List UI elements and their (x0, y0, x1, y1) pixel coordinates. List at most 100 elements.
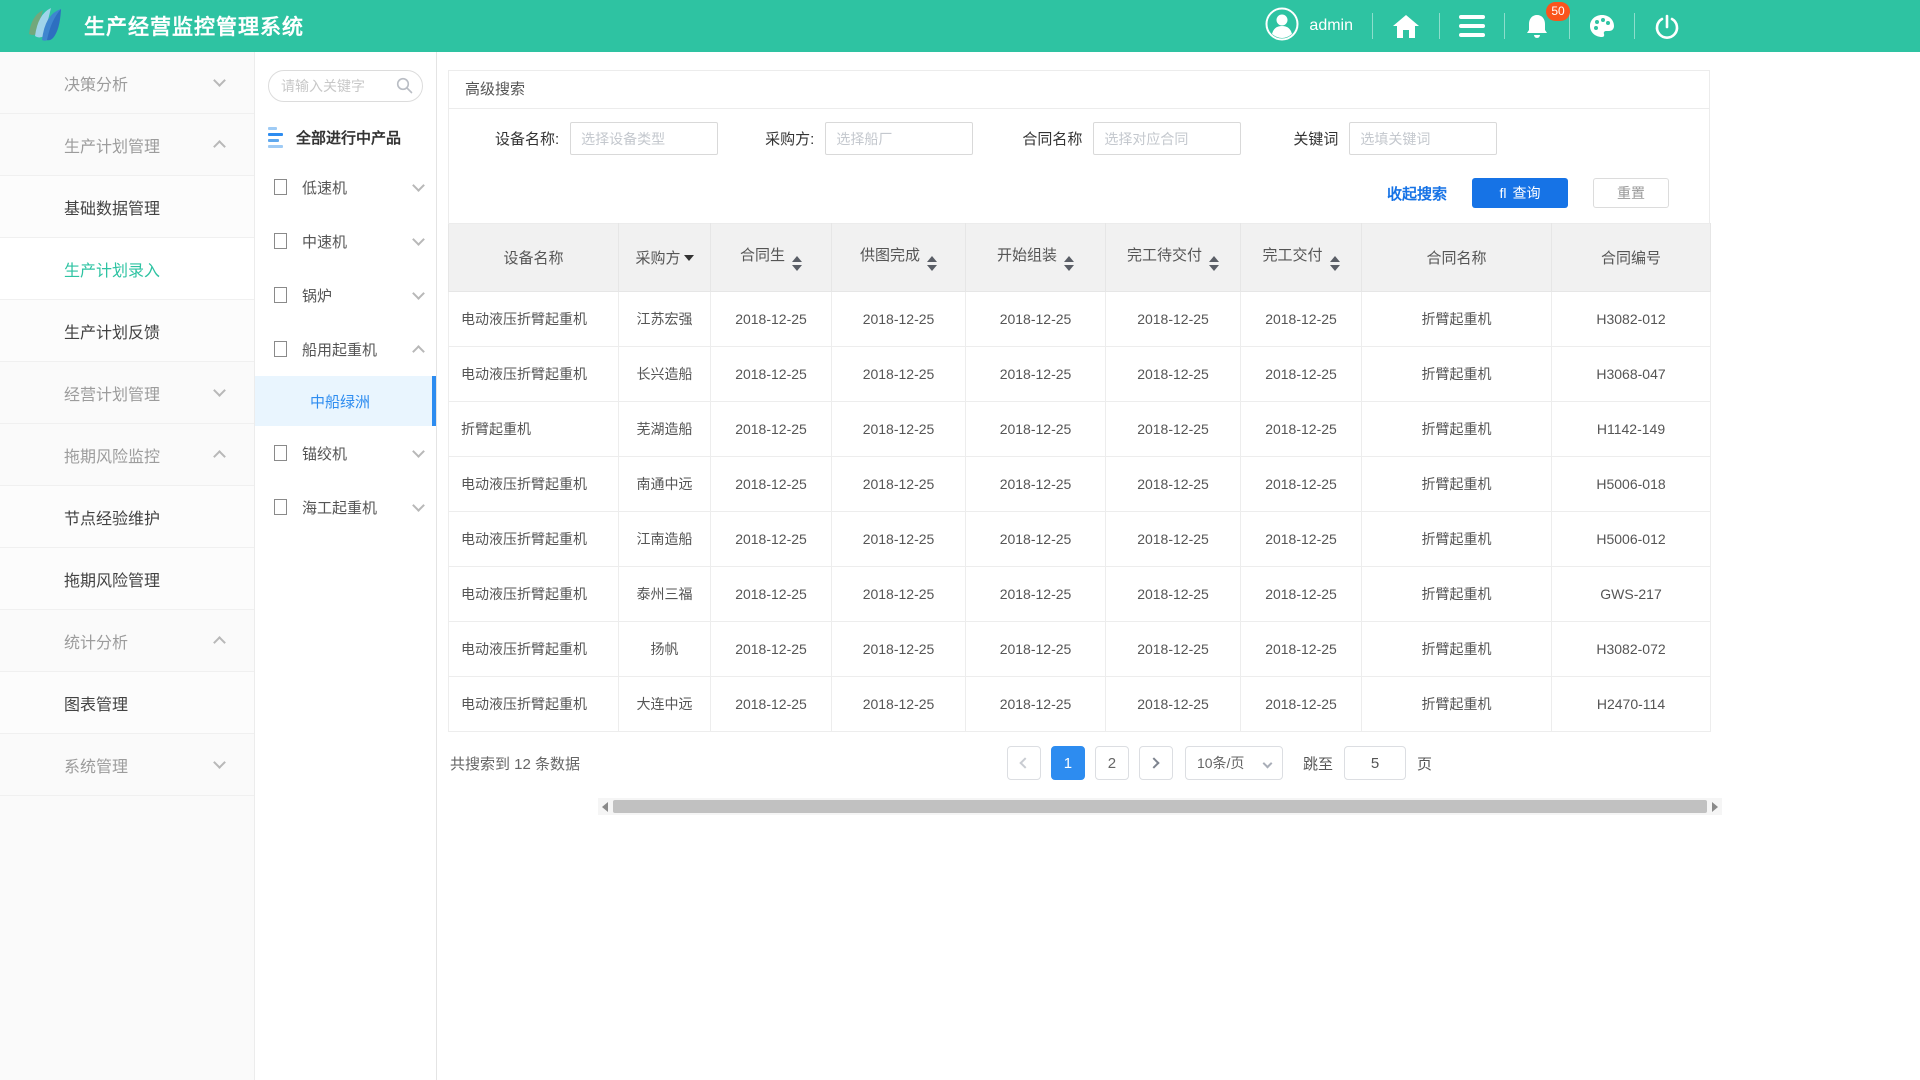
table-cell: 2018-12-25 (1241, 347, 1362, 402)
page-button-2[interactable]: 2 (1095, 746, 1129, 780)
main-content: 高级搜索 设备名称: 采购方: 合同名称 (437, 52, 1920, 1080)
column-header-开始组装[interactable]: 开始组装 (966, 224, 1106, 292)
table-row[interactable]: 电动液压折臂起重机江苏宏强2018-12-252018-12-252018-12… (449, 292, 1711, 347)
sort-icon[interactable] (927, 256, 937, 271)
sort-icon[interactable] (1064, 256, 1074, 271)
tree-item-label: 船用起重机 (302, 339, 377, 360)
table-row[interactable]: 电动液压折臂起重机扬帆2018-12-252018-12-252018-12-2… (449, 622, 1711, 677)
table-cell: 2018-12-25 (1241, 567, 1362, 622)
chevron-down-icon (412, 499, 425, 512)
query-button[interactable]: fl 查询 (1472, 178, 1568, 208)
tree-root-all-products[interactable]: 全部进行中产品 (255, 114, 436, 160)
column-header-设备名称[interactable]: 设备名称 (449, 224, 619, 292)
menu-button[interactable] (1459, 15, 1485, 37)
page-button-1[interactable]: 1 (1051, 746, 1085, 780)
tree-item-中速机[interactable]: 中速机 (255, 214, 436, 268)
search-icon[interactable] (396, 77, 413, 99)
page-size-select[interactable]: 10条/页 (1185, 746, 1283, 780)
logout-button[interactable] (1654, 13, 1680, 40)
keyword-input[interactable] (1349, 122, 1497, 155)
sort-icon[interactable] (1209, 256, 1219, 271)
table-cell: 2018-12-25 (1106, 402, 1241, 457)
sidebar-item-图表管理[interactable]: 图表管理 (0, 672, 254, 734)
horizontal-scrollbar[interactable] (598, 798, 1722, 815)
reset-button[interactable]: 重置 (1593, 178, 1669, 208)
tab-advanced-search[interactable]: 高级搜索 (449, 71, 1709, 109)
column-header-label: 合同名称 (1426, 250, 1486, 267)
notifications-button[interactable]: 50 (1524, 13, 1550, 40)
table-cell: 2018-12-25 (1241, 402, 1362, 457)
scrollbar-thumb[interactable] (613, 800, 1707, 813)
tree-item-低速机[interactable]: 低速机 (255, 160, 436, 214)
product-tree-panel: 全部进行中产品 低速机中速机锅炉船用起重机中船绿洲锚绞机海工起重机 (255, 52, 437, 1080)
sidebar-item-决策分析[interactable]: 决策分析 (0, 52, 254, 114)
palette-icon (1589, 14, 1615, 38)
table-cell: H5006-012 (1552, 512, 1711, 567)
theme-button[interactable] (1589, 14, 1615, 38)
app-logo (22, 3, 68, 49)
sidebar-item-经营计划管理[interactable]: 经营计划管理 (0, 362, 254, 424)
table-row[interactable]: 电动液压折臂起重机长兴造船2018-12-252018-12-252018-12… (449, 347, 1711, 402)
column-header-完工待交付[interactable]: 完工待交付 (1106, 224, 1241, 292)
user-menu[interactable]: admin (1265, 7, 1353, 46)
sidebar-item-拖期风险管理[interactable]: 拖期风险管理 (0, 548, 254, 610)
table-row[interactable]: 电动液压折臂起重机南通中远2018-12-252018-12-252018-12… (449, 457, 1711, 512)
sidebar-item-生产计划录入[interactable]: 生产计划录入 (0, 238, 254, 300)
table-cell: 2018-12-25 (832, 567, 966, 622)
tree-item-锅炉[interactable]: 锅炉 (255, 268, 436, 322)
column-header-合同名称[interactable]: 合同名称 (1362, 224, 1552, 292)
sidebar-item-统计分析[interactable]: 统计分析 (0, 610, 254, 672)
table-cell: H5006-018 (1552, 457, 1711, 512)
sort-down-icon (792, 265, 802, 271)
sidebar-item-label: 拖期风险监控 (64, 443, 160, 467)
sidebar-item-生产计划管理[interactable]: 生产计划管理 (0, 114, 254, 176)
filter-caret-icon[interactable] (684, 255, 694, 261)
column-header-供图完成[interactable]: 供图完成 (832, 224, 966, 292)
tree-item-船用起重机[interactable]: 船用起重机 (255, 322, 436, 376)
prev-page-button[interactable] (1007, 746, 1041, 780)
column-header-合同编号[interactable]: 合同编号 (1552, 224, 1711, 292)
table-cell: 折臂起重机 (1362, 567, 1552, 622)
table-cell: 2018-12-25 (1106, 457, 1241, 512)
keyword-label: 关键词 (1293, 128, 1338, 149)
chevron-down-icon (412, 287, 425, 300)
sidebar-item-节点经验维护[interactable]: 节点经验维护 (0, 486, 254, 548)
tree-item-label: 锚绞机 (302, 443, 347, 464)
device-type-input[interactable] (570, 122, 718, 155)
next-page-button[interactable] (1139, 746, 1173, 780)
chevron-down-icon (412, 179, 425, 192)
table-cell: 2018-12-25 (1241, 292, 1362, 347)
column-header-完工交付[interactable]: 完工交付 (1241, 224, 1362, 292)
home-button[interactable] (1392, 13, 1420, 39)
column-header-采购方[interactable]: 采购方 (619, 224, 711, 292)
sidebar-item-拖期风险监控[interactable]: 拖期风险监控 (0, 424, 254, 486)
sidebar-item-label: 生产计划录入 (64, 257, 160, 281)
tree-item-海工起重机[interactable]: 海工起重机 (255, 480, 436, 534)
chevron-up-icon (213, 636, 226, 649)
table-cell: 扬帆 (619, 622, 711, 677)
tree-item-锚绞机[interactable]: 锚绞机 (255, 426, 436, 480)
sidebar-item-基础数据管理[interactable]: 基础数据管理 (0, 176, 254, 238)
shipyard-input[interactable] (825, 122, 973, 155)
scroll-right-arrow-icon[interactable] (1708, 798, 1722, 815)
table-cell: 电动液压折臂起重机 (449, 512, 619, 567)
table-row[interactable]: 电动液压折臂起重机江南造船2018-12-252018-12-252018-12… (449, 512, 1711, 567)
table-cell: 2018-12-25 (832, 512, 966, 567)
contract-input[interactable] (1093, 122, 1241, 155)
tree-item-中船绿洲[interactable]: 中船绿洲 (255, 376, 436, 426)
collapse-search-link[interactable]: 收起搜索 (1387, 183, 1447, 204)
table-row[interactable]: 电动液压折臂起重机泰州三福2018-12-252018-12-252018-12… (449, 567, 1711, 622)
column-header-合同生[interactable]: 合同生 (711, 224, 832, 292)
scroll-left-arrow-icon[interactable] (598, 798, 612, 815)
jump-page-input[interactable] (1344, 746, 1406, 780)
sort-icon[interactable] (1330, 256, 1340, 271)
tree-item-label: 中船绿洲 (310, 391, 370, 412)
sidebar-item-生产计划反馈[interactable]: 生产计划反馈 (0, 300, 254, 362)
table-cell: 2018-12-25 (966, 402, 1106, 457)
sidebar-item-系统管理[interactable]: 系统管理 (0, 734, 254, 796)
table-row[interactable]: 电动液压折臂起重机大连中远2018-12-252018-12-252018-12… (449, 677, 1711, 732)
column-header-label: 供图完成 (860, 247, 920, 264)
page-title: 生产经营监控管理系统 (84, 11, 304, 41)
table-row[interactable]: 折臂起重机芜湖造船2018-12-252018-12-252018-12-252… (449, 402, 1711, 457)
sort-icon[interactable] (792, 256, 802, 271)
